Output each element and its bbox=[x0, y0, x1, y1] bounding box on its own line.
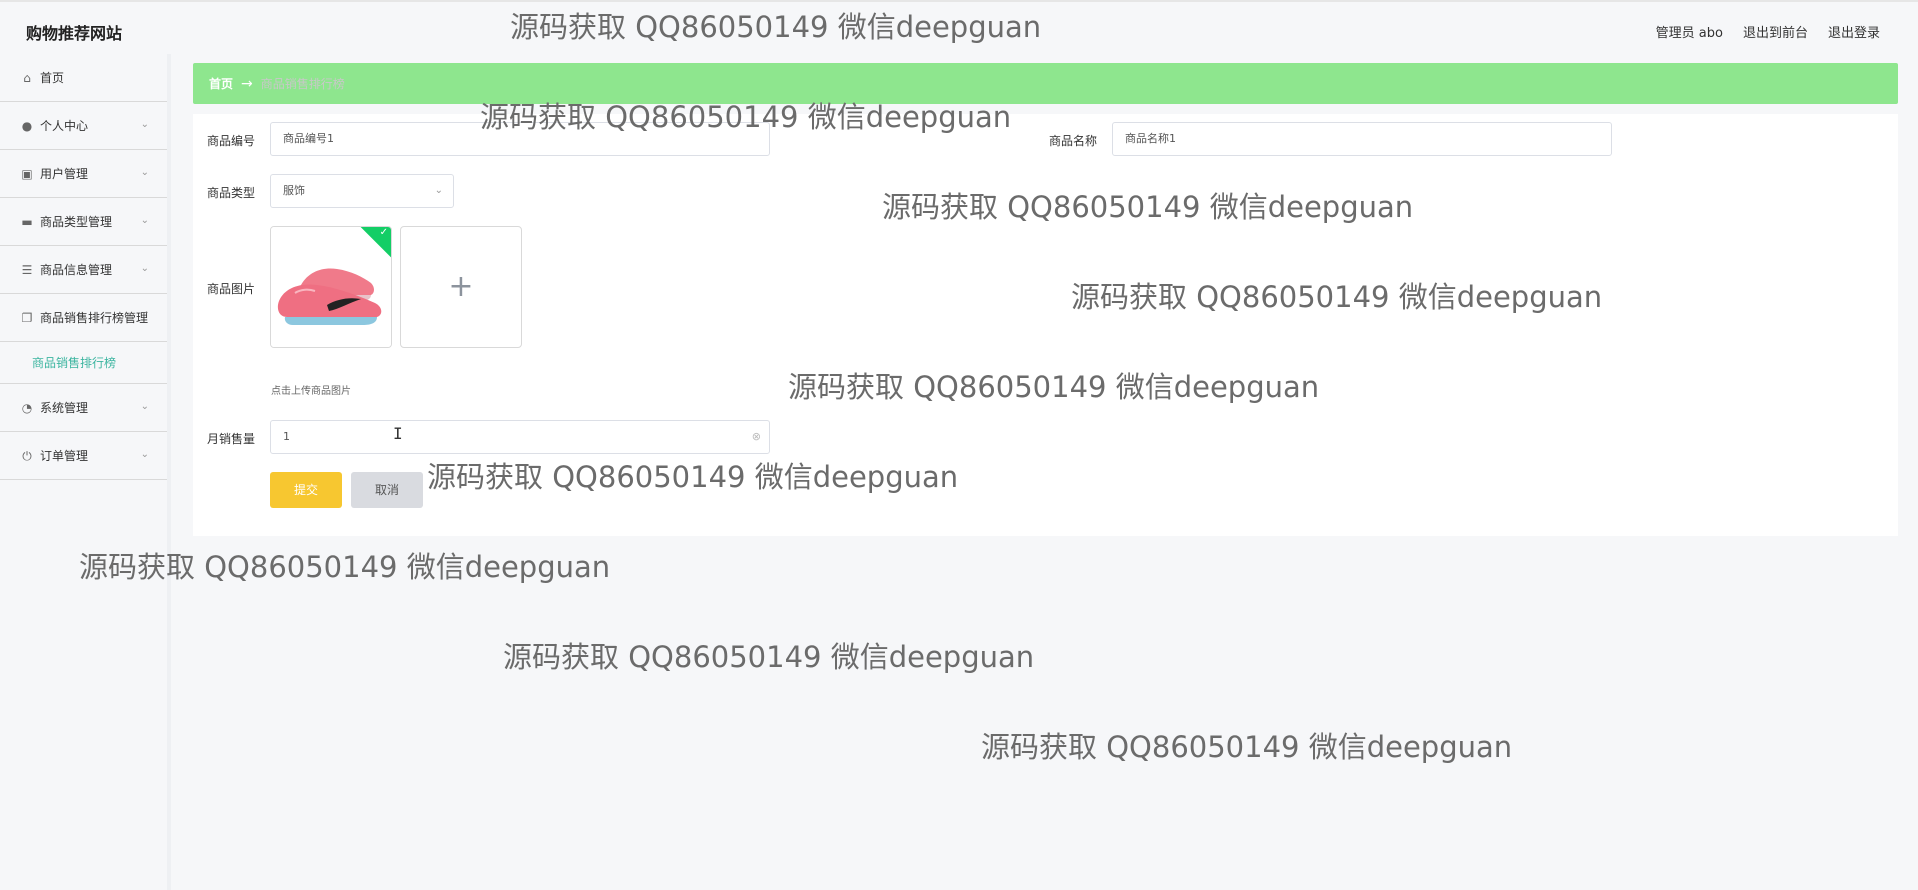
sidebar-item-label: 用户管理 bbox=[40, 167, 89, 181]
image-upload-button[interactable]: + bbox=[400, 226, 522, 348]
sidebar-item-user-management[interactable]: ▣ 用户管理 ⌄ bbox=[0, 150, 167, 198]
product-name-label: 商品名称 bbox=[1049, 134, 1098, 148]
cancel-button[interactable]: 取消 bbox=[351, 472, 423, 508]
sidebar-divider bbox=[167, 54, 171, 890]
product-code-label: 商品编号 bbox=[207, 134, 256, 148]
breadcrumb-home-link[interactable]: 首页 bbox=[209, 75, 233, 92]
breadcrumb-separator: → bbox=[241, 75, 253, 92]
folder-icon: ▬ bbox=[21, 214, 33, 229]
edit-form-panel: 商品编号 商品编号1 商品名称 商品名称1 商品类型 服饰 ⌄ 商品图片 ✓ +… bbox=[193, 114, 1898, 536]
watermark-text: 源码获取 QQ86050149 微信deepguan bbox=[981, 730, 1513, 764]
product-name-input[interactable]: 商品名称1 bbox=[1112, 122, 1612, 156]
submit-button[interactable]: 提交 bbox=[270, 472, 342, 508]
sidebar-item-label: 商品信息管理 bbox=[40, 263, 113, 277]
monthly-sales-value: 1 bbox=[283, 430, 290, 443]
monthly-sales-input[interactable]: 1 ⊗ bbox=[270, 420, 770, 454]
sidebar-item-label: 订单管理 bbox=[40, 449, 89, 463]
product-code-input[interactable]: 商品编号1 bbox=[270, 122, 770, 156]
power-icon: ⏻ bbox=[22, 448, 32, 463]
admin-user-label[interactable]: 管理员 abo bbox=[1656, 22, 1723, 41]
watermark-text: 源码获取 QQ86050149 微信deepguan bbox=[503, 640, 1035, 674]
clipboard-icon: ▣ bbox=[21, 166, 33, 181]
copy-icon: ❐ bbox=[21, 310, 33, 325]
top-header: 购物推荐网站 管理员 abo 退出到前台 退出登录 bbox=[0, 0, 1918, 54]
checkmark-icon: ✓ bbox=[379, 227, 388, 238]
product-image-label: 商品图片 bbox=[207, 282, 256, 296]
chevron-down-icon: ⌄ bbox=[140, 119, 149, 130]
chevron-up-icon: ˆ bbox=[144, 311, 149, 322]
chevron-down-icon: ⌄ bbox=[140, 215, 149, 226]
home-icon: ⌂ bbox=[23, 70, 31, 85]
user-icon: ● bbox=[21, 118, 33, 133]
chevron-down-icon: ⌄ bbox=[140, 263, 149, 274]
list-icon: ☰ bbox=[21, 262, 33, 277]
breadcrumb-current: 商品销售排行榜 bbox=[260, 77, 345, 91]
back-to-frontend-link[interactable]: 退出到前台 bbox=[1743, 22, 1808, 41]
clear-icon[interactable]: ⊗ bbox=[752, 421, 761, 453]
sidebar-item-product-info-management[interactable]: ☰ 商品信息管理 ⌄ bbox=[0, 246, 167, 294]
sidebar-item-home[interactable]: ⌂ 首页 bbox=[0, 54, 167, 102]
chevron-down-icon: ⌄ bbox=[140, 449, 149, 460]
sidebar-item-label: 系统管理 bbox=[40, 401, 89, 415]
product-type-label: 商品类型 bbox=[207, 186, 256, 200]
sidebar-item-label: 商品类型管理 bbox=[40, 215, 113, 229]
sidebar-item-label: 首页 bbox=[40, 71, 65, 85]
monthly-sales-label: 月销售量 bbox=[207, 432, 256, 446]
chevron-down-icon: ⌄ bbox=[434, 185, 443, 196]
gauge-icon: ◔ bbox=[21, 400, 33, 415]
sidebar-item-product-type-management[interactable]: ▬ 商品类型管理 ⌄ bbox=[0, 198, 167, 246]
plus-icon: + bbox=[448, 269, 474, 304]
site-title: 购物推荐网站 bbox=[26, 24, 123, 43]
sidebar: ⌂ 首页 ● 个人中心 ⌄ ▣ 用户管理 ⌄ ▬ 商品类型管理 ⌄ ☰ 商品信息… bbox=[0, 54, 171, 890]
text-cursor-icon: I bbox=[393, 424, 403, 443]
sidebar-item-sales-ranking-management[interactable]: ❐ 商品销售排行榜管理 ˆ bbox=[0, 294, 167, 342]
uploaded-image-thumbnail[interactable]: ✓ bbox=[270, 226, 392, 348]
product-type-select[interactable]: 服饰 ⌄ bbox=[270, 174, 454, 208]
sidebar-item-label: 商品销售排行榜管理 bbox=[40, 311, 149, 325]
pink-sneaker-image bbox=[271, 227, 391, 347]
header-links: 管理员 abo 退出到前台 退出登录 bbox=[1656, 22, 1880, 41]
product-type-selected-value: 服饰 bbox=[283, 184, 305, 197]
sidebar-item-system-management[interactable]: ◔ 系统管理 ⌄ bbox=[0, 384, 167, 432]
breadcrumb: 首页 → 商品销售排行榜 bbox=[193, 63, 1898, 104]
sidebar-item-label: 个人中心 bbox=[40, 119, 89, 133]
upload-hint-text: 点击上传商品图片 bbox=[271, 386, 351, 397]
chevron-down-icon: ⌄ bbox=[140, 401, 149, 412]
sidebar-item-personal-center[interactable]: ● 个人中心 ⌄ bbox=[0, 102, 167, 150]
sidebar-item-order-management[interactable]: ⏻ 订单管理 ⌄ bbox=[0, 432, 167, 480]
sidebar-subitem-sales-ranking[interactable]: 商品销售排行榜 bbox=[0, 342, 167, 384]
chevron-down-icon: ⌄ bbox=[140, 167, 149, 178]
logout-link[interactable]: 退出登录 bbox=[1828, 22, 1880, 41]
